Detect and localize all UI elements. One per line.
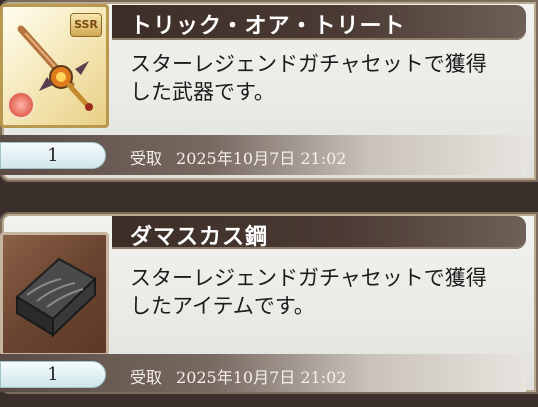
quantity-badge: 1 — [0, 142, 106, 169]
item-icon-frame[interactable] — [0, 232, 109, 356]
quantity-badge: 1 — [0, 361, 106, 388]
item-footer: 1 受取 2025年10月7日 21:02 — [0, 354, 526, 392]
item-footer: 1 受取 2025年10月7日 21:02 — [0, 135, 526, 175]
item-title: トリック・オア・トリート — [130, 14, 406, 39]
reward-card-weapon[interactable]: SSR トリック・オア・トリート スターレジェンドガチャセットで獲得 した武器で… — [0, 0, 538, 182]
item-description: スターレジェンドガチャセットで獲得 した武器です。 — [130, 52, 487, 104]
item-icon-frame[interactable]: SSR — [0, 4, 109, 128]
received-label: 受取 — [130, 368, 163, 387]
item-title-bar: ダマスカス鋼 — [112, 216, 526, 250]
item-title: ダマスカス鋼 — [130, 225, 269, 250]
rarity-badge: SSR — [70, 13, 102, 37]
reward-card-item[interactable]: ダマスカス鋼 スターレジェンドガチャセットで獲得 したアイテムです。 1 受取 2… — [0, 212, 538, 394]
received-info: 受取 2025年10月7日 21:02 — [130, 145, 346, 169]
received-date: 2025年10月7日 21:02 — [176, 149, 347, 168]
received-date: 2025年10月7日 21:02 — [176, 368, 347, 387]
item-title-bar: トリック・オア・トリート — [112, 5, 526, 40]
received-info: 受取 2025年10月7日 21:02 — [130, 364, 346, 388]
received-label: 受取 — [130, 149, 163, 168]
fire-element-icon — [7, 91, 35, 119]
item-description: スターレジェンドガチャセットで獲得 したアイテムです。 — [130, 266, 487, 318]
damascus-ingot-icon — [15, 257, 97, 338]
